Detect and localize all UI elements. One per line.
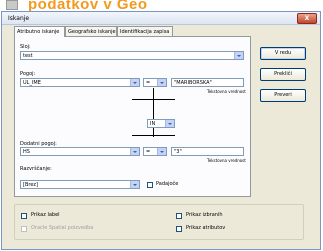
display-options-group (14, 204, 304, 240)
ok-button[interactable]: V redu (260, 47, 306, 60)
tab-geographic-search[interactable]: Geografsko iskanje (65, 26, 117, 36)
app-logo-icon (6, 0, 18, 10)
layer-label: Sloj: (20, 44, 31, 50)
show-attributes-label: Prikaz atributov (186, 225, 226, 231)
connector-line-vertical (153, 88, 154, 121)
oracle-spatial-label: Oracle Spatial poizvedba (31, 225, 94, 231)
layer-value: test (23, 53, 33, 59)
additional-value-text: "3" (174, 149, 182, 155)
chevron-down-icon[interactable] (165, 120, 174, 127)
layer-select[interactable]: test (20, 51, 244, 60)
descending-checkbox[interactable] (147, 182, 153, 188)
show-attributes-checkbox[interactable] (176, 226, 182, 232)
close-button[interactable]: X (297, 13, 317, 24)
chevron-down-icon[interactable] (130, 148, 139, 155)
condition-value-text: "MARIBORSKA" (174, 80, 212, 86)
condition-operator-select[interactable]: = (143, 78, 167, 87)
additional-field-value: HS (23, 149, 30, 155)
tab-label: Atributno iskanje (17, 29, 60, 35)
condition-value-input[interactable]: "MARIBORSKA" (171, 78, 244, 87)
connector-line-upper (132, 99, 175, 100)
chevron-down-icon[interactable] (157, 148, 166, 155)
connector-line-vertical-lower (153, 128, 154, 137)
tab-label: Geografsko iskanje (68, 29, 116, 35)
tab-attribute-search[interactable]: Atributno iskanje (14, 26, 65, 37)
condition-label: Pogoj: (20, 71, 36, 77)
sort-select[interactable]: [Brez] (20, 180, 140, 189)
logical-operator-value: IN (150, 121, 156, 127)
tab-label: Identifikacija zapisa (120, 29, 170, 35)
additional-value-input[interactable]: "3" (171, 147, 244, 156)
page-banner: podatkov v Geo (0, 0, 323, 13)
window-title: Iskanje (8, 15, 30, 22)
logical-operator-select[interactable]: IN (147, 119, 175, 128)
additional-operator-value: = (146, 149, 151, 155)
attribute-search-panel (14, 36, 251, 197)
descending-label: Padajoče (156, 181, 179, 187)
close-icon: X (304, 15, 310, 22)
tab-record-identification[interactable]: Identifikacija zapisa (117, 26, 173, 36)
additional-operator-select[interactable]: = (143, 147, 167, 156)
sort-label: Razvrščanje: (20, 166, 52, 172)
condition-value-hint: Tekstovna vrednost (207, 89, 246, 94)
chevron-down-icon[interactable] (157, 79, 166, 86)
condition-operator-value: = (146, 80, 151, 86)
show-selected-checkbox[interactable] (176, 213, 182, 219)
show-selected-label: Prikaz izbranih (186, 212, 223, 218)
title-bar: Iskanje X (2, 12, 320, 25)
additional-field-select[interactable]: HS (20, 147, 140, 156)
additional-value-hint: Tekstovna vrednost (207, 158, 246, 163)
sort-value: [Brez] (23, 182, 38, 188)
chevron-down-icon[interactable] (130, 79, 139, 86)
condition-field-value: UL_IME (23, 80, 41, 86)
chevron-down-icon[interactable] (234, 52, 243, 59)
condition-field-select[interactable]: UL_IME (20, 78, 140, 87)
chevron-down-icon[interactable] (130, 181, 139, 188)
check-button[interactable]: Preveri (260, 89, 306, 102)
show-labels-label: Prikaz label (31, 212, 60, 218)
oracle-spatial-checkbox[interactable] (21, 226, 27, 232)
cancel-button[interactable]: Prekliči (260, 68, 306, 81)
show-labels-checkbox[interactable] (21, 213, 27, 219)
